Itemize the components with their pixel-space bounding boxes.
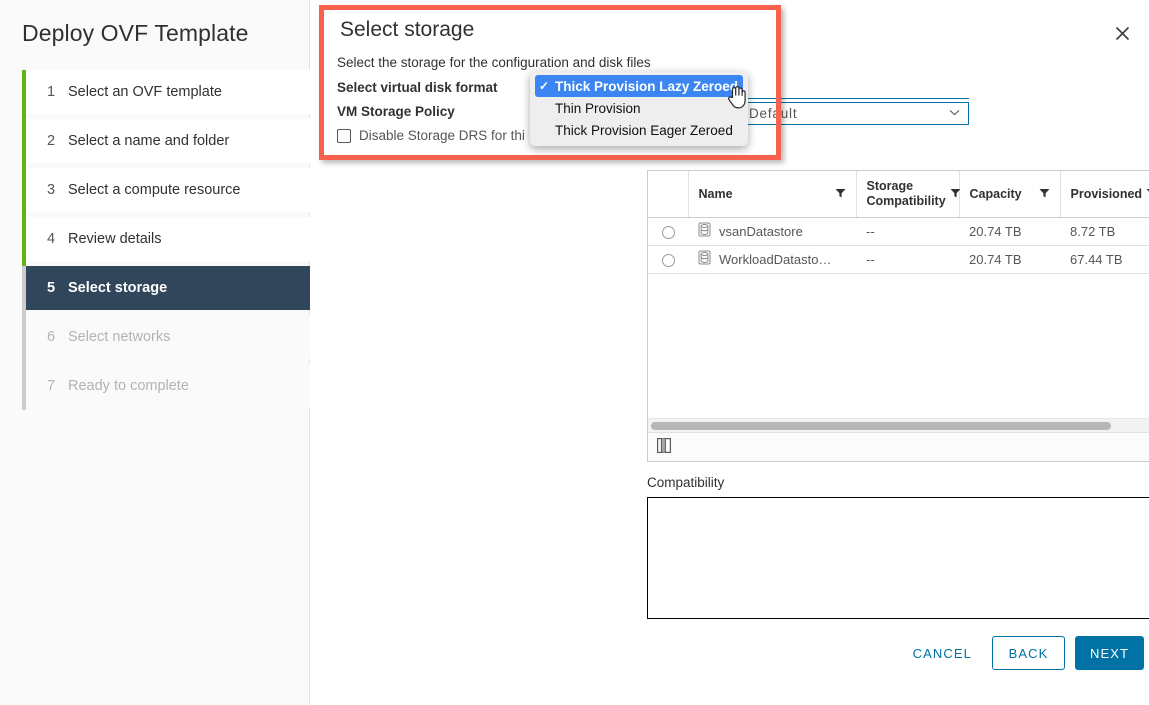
columns-icon[interactable] bbox=[657, 438, 671, 456]
step-number: 7 bbox=[47, 378, 68, 394]
step-label: Review details bbox=[68, 231, 162, 247]
next-button[interactable]: NEXT bbox=[1075, 636, 1144, 670]
datastore-table-grid: Name Storage Compatibility bbox=[648, 171, 1149, 274]
sidebar-step-4[interactable]: 4 Review details bbox=[26, 217, 310, 261]
cell-name: vsanDatastore bbox=[688, 217, 856, 245]
wizard-sidebar: Deploy OVF Template 1 Select an OVF temp… bbox=[0, 0, 310, 705]
step-label: Select a compute resource bbox=[68, 182, 240, 198]
cell-provisioned: 8.72 TB bbox=[1060, 217, 1149, 245]
datastore-name: WorkloadDatasto… bbox=[719, 252, 831, 267]
menu-item-label: Thick Provision Lazy Zeroed bbox=[555, 79, 738, 94]
column-header-capacity[interactable]: Capacity bbox=[959, 171, 1060, 217]
sidebar-step-1[interactable]: 1 Select an OVF template bbox=[26, 70, 310, 114]
column-header-select bbox=[648, 171, 688, 217]
cell-capacity: 20.74 TB bbox=[959, 245, 1060, 273]
compatibility-message-box bbox=[647, 497, 1149, 619]
cell-provisioned: 67.44 TB bbox=[1060, 245, 1149, 273]
step-number: 5 bbox=[47, 280, 68, 296]
menu-item-thin-provision[interactable]: Thin Provision bbox=[530, 97, 748, 119]
wizard-step-list: 1 Select an OVF template 2 Select a name… bbox=[22, 70, 310, 408]
disable-storage-drs-label: Disable Storage DRS for thi bbox=[359, 128, 525, 143]
disk-format-label: Select virtual disk format bbox=[337, 80, 498, 95]
datastore-icon bbox=[698, 222, 711, 240]
column-header-storage-compatibility[interactable]: Storage Compatibility bbox=[856, 171, 959, 217]
sidebar-step-5-select-storage[interactable]: 5 Select storage bbox=[26, 266, 310, 310]
step-number: 3 bbox=[47, 182, 68, 198]
menu-item-thick-provision-lazy-zeroed[interactable]: ✓ Thick Provision Lazy Zeroed bbox=[535, 75, 743, 97]
table-footer: 2 items bbox=[648, 432, 1149, 461]
row-select-radio-cell[interactable] bbox=[648, 245, 688, 273]
step-number: 1 bbox=[47, 84, 68, 100]
row-select-radio-cell[interactable] bbox=[648, 217, 688, 245]
checkmark-icon: ✓ bbox=[539, 79, 555, 93]
table-row[interactable]: vsanDatastore -- 20.74 TB 8.72 TB 13.37 … bbox=[648, 217, 1149, 245]
chevron-down-icon bbox=[949, 108, 960, 119]
filter-icon[interactable] bbox=[835, 187, 846, 201]
radio-button[interactable] bbox=[662, 254, 675, 267]
compatibility-label: Compatibility bbox=[647, 475, 724, 490]
cell-storage-compatibility: -- bbox=[856, 217, 959, 245]
step-number: 2 bbox=[47, 133, 68, 149]
page-title: Select storage bbox=[340, 18, 474, 42]
menu-item-label: Thin Provision bbox=[555, 101, 641, 116]
step-number: 4 bbox=[47, 231, 68, 247]
scrollbar-thumb[interactable] bbox=[651, 422, 1111, 430]
datastore-icon bbox=[698, 250, 711, 268]
table-header-row: Name Storage Compatibility bbox=[648, 171, 1149, 217]
step-label: Select a name and folder bbox=[68, 133, 229, 149]
disable-storage-drs-row[interactable]: Disable Storage DRS for thi bbox=[337, 128, 525, 143]
column-header-provisioned[interactable]: Provisioned bbox=[1060, 171, 1149, 217]
close-icon[interactable] bbox=[1109, 20, 1135, 46]
sidebar-step-6[interactable]: 6 Select networks bbox=[26, 315, 310, 359]
step-label: Ready to complete bbox=[68, 378, 189, 394]
cancel-button[interactable]: CANCEL bbox=[907, 636, 978, 670]
cell-storage-compatibility: -- bbox=[856, 245, 959, 273]
menu-item-thick-provision-eager-zeroed[interactable]: Thick Provision Eager Zeroed bbox=[530, 119, 748, 141]
page-subtitle: Select the storage for the configuration… bbox=[337, 55, 651, 70]
table-row[interactable]: WorkloadDatasto… -- 20.74 TB 67.44 TB 13… bbox=[648, 245, 1149, 273]
cell-name: WorkloadDatasto… bbox=[688, 245, 856, 273]
step-label: Select networks bbox=[68, 329, 170, 345]
storage-policy-select[interactable]: Default bbox=[738, 102, 969, 125]
storage-policy-label: VM Storage Policy bbox=[337, 104, 455, 119]
table-horizontal-scrollbar[interactable] bbox=[648, 418, 1149, 432]
step-label: Select storage bbox=[68, 280, 167, 296]
sidebar-step-3[interactable]: 3 Select a compute resource bbox=[26, 168, 310, 212]
radio-button[interactable] bbox=[662, 226, 675, 239]
deploy-ovf-template-dialog: Deploy OVF Template 1 Select an OVF temp… bbox=[0, 0, 1149, 705]
disk-format-select[interactable] bbox=[738, 78, 969, 99]
column-header-name[interactable]: Name bbox=[688, 171, 856, 217]
menu-item-label: Thick Provision Eager Zeroed bbox=[555, 123, 733, 138]
back-button[interactable]: BACK bbox=[992, 636, 1065, 670]
datastore-table: Name Storage Compatibility bbox=[647, 170, 1149, 462]
disable-storage-drs-checkbox[interactable] bbox=[337, 129, 351, 143]
wizard-title: Deploy OVF Template bbox=[22, 20, 248, 47]
wizard-footer: CANCEL BACK NEXT bbox=[310, 627, 1149, 705]
datastore-name: vsanDatastore bbox=[719, 224, 803, 239]
sidebar-step-2[interactable]: 2 Select a name and folder bbox=[26, 119, 310, 163]
step-label: Select an OVF template bbox=[68, 84, 222, 100]
filter-icon[interactable] bbox=[1039, 187, 1050, 201]
disk-format-dropdown-menu[interactable]: ✓ Thick Provision Lazy Zeroed Thin Provi… bbox=[530, 71, 748, 146]
cell-capacity: 20.74 TB bbox=[959, 217, 1060, 245]
step-number: 6 bbox=[47, 329, 68, 345]
sidebar-step-7[interactable]: 7 Ready to complete bbox=[26, 364, 310, 408]
storage-policy-value: Default bbox=[749, 106, 797, 121]
